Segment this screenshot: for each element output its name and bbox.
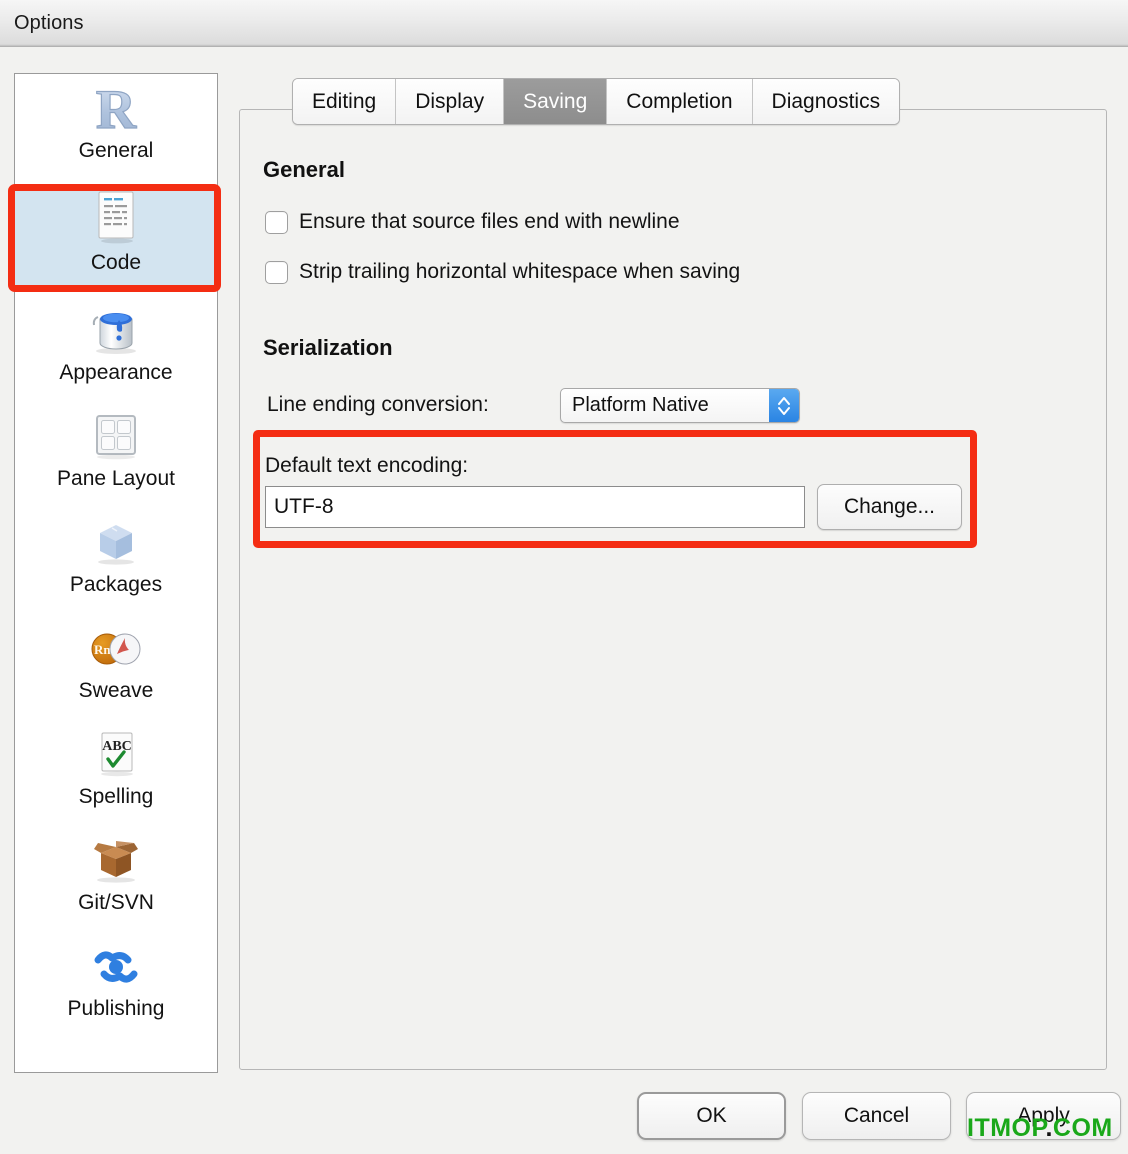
checkbox-row-ensure-newline[interactable]: Ensure that source files end with newlin…: [265, 210, 680, 234]
serialization-section-heading: Serialization: [263, 335, 393, 361]
checkbox-label: Ensure that source files end with newlin…: [299, 210, 680, 234]
saving-tab-content: General Ensure that source files end wit…: [239, 109, 1107, 1070]
sidebar-item-label: Publishing: [15, 996, 217, 1028]
window-title: Options: [14, 12, 84, 35]
svg-text:ABC: ABC: [102, 739, 132, 754]
sidebar-item-label: Spelling: [15, 784, 217, 816]
sidebar-item-label: Sweave: [15, 678, 217, 710]
window-titlebar: Options: [0, 0, 1128, 47]
line-ending-label: Line ending conversion:: [267, 393, 489, 417]
sidebar-item-general[interactable]: R General: [15, 80, 217, 172]
code-file-icon: [15, 186, 217, 250]
sidebar-item-label: General: [15, 138, 217, 170]
sidebar-item-sweave[interactable]: Rnw Sweave: [15, 620, 217, 712]
abc-check-icon: ABC: [15, 726, 217, 784]
svg-text:R: R: [96, 82, 137, 136]
general-section-heading: General: [263, 157, 345, 183]
default-encoding-label: Default text encoding:: [265, 454, 468, 478]
sidebar-item-appearance[interactable]: Appearance: [15, 302, 217, 394]
checkbox-strip-whitespace[interactable]: [265, 261, 288, 284]
sidebar-item-packages[interactable]: Packages: [15, 514, 217, 606]
default-encoding-field[interactable]: UTF-8: [265, 486, 805, 528]
checkbox-row-strip-whitespace[interactable]: Strip trailing horizontal whitespace whe…: [265, 260, 740, 284]
sidebar-item-code[interactable]: Code: [15, 186, 217, 291]
sidebar-item-label: Pane Layout: [15, 466, 217, 498]
blue-box-icon: [15, 514, 217, 572]
line-ending-value: Platform Native: [561, 394, 769, 417]
publish-icon: [15, 938, 217, 996]
stepper-chevrons-icon[interactable]: [769, 389, 799, 422]
r-logo-icon: R: [15, 80, 217, 138]
line-ending-conversion-select[interactable]: Platform Native: [560, 388, 800, 423]
sidebar-item-pane-layout[interactable]: Pane Layout: [15, 408, 217, 500]
options-category-sidebar[interactable]: R General Code: [14, 73, 218, 1073]
grid-panes-icon: [15, 408, 217, 466]
ok-button[interactable]: OK: [637, 1092, 786, 1140]
sidebar-item-publishing[interactable]: Publishing: [15, 938, 217, 1030]
checkbox-ensure-newline[interactable]: [265, 211, 288, 234]
rnw-pdf-icon: Rnw: [15, 620, 217, 678]
sidebar-item-spelling[interactable]: ABC Spelling: [15, 726, 217, 818]
cancel-button[interactable]: Cancel: [802, 1092, 951, 1140]
sidebar-item-label: Git/SVN: [15, 890, 217, 922]
sidebar-item-label: Appearance: [15, 360, 217, 392]
change-encoding-button[interactable]: Change...: [817, 484, 962, 530]
open-carton-icon: [15, 832, 217, 890]
paint-can-icon: [15, 302, 217, 360]
sidebar-item-label: Packages: [15, 572, 217, 604]
sidebar-item-label: Code: [15, 250, 217, 282]
apply-button[interactable]: Apply: [966, 1092, 1121, 1140]
sidebar-item-git-svn[interactable]: Git/SVN: [15, 832, 217, 924]
checkbox-label: Strip trailing horizontal whitespace whe…: [299, 260, 740, 284]
